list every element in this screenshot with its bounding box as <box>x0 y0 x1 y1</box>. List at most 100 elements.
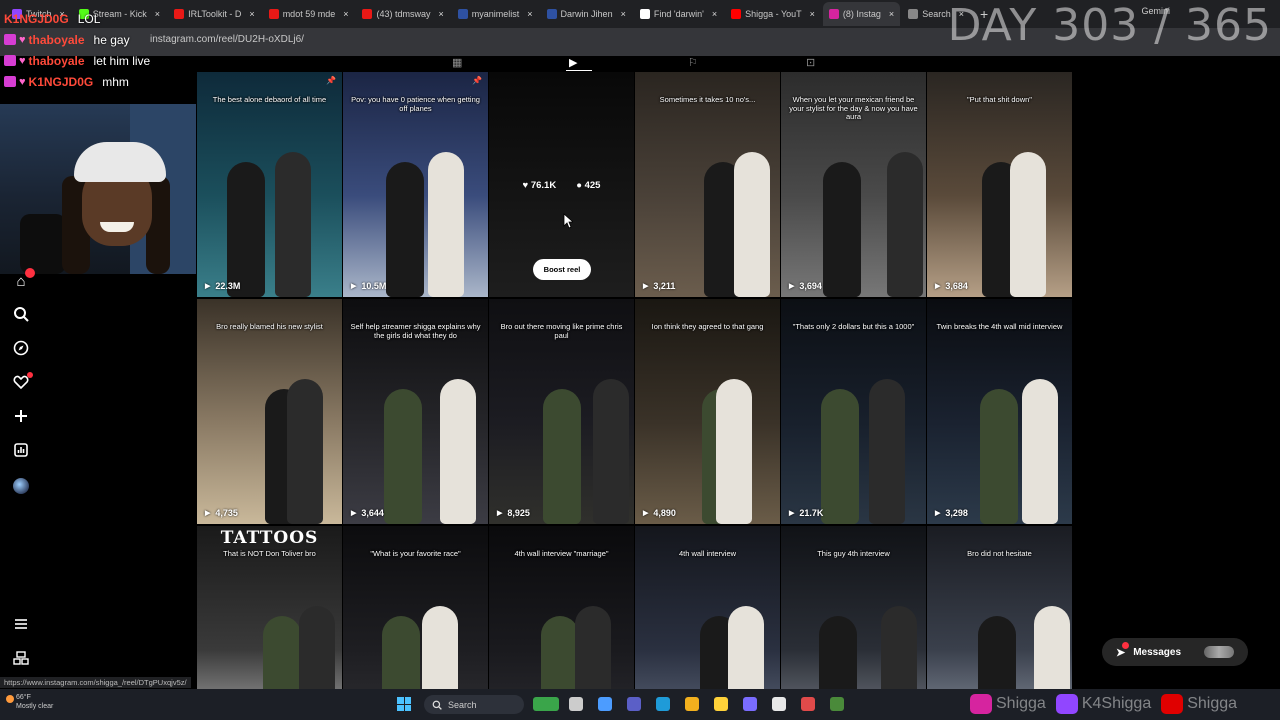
views-value: 8,925 <box>507 508 530 518</box>
tab-reels-icon[interactable]: ▶ <box>569 56 577 69</box>
reel-caption: Self help streamer shigga explains why t… <box>350 322 481 340</box>
play-icon: ▶ <box>497 510 503 517</box>
reel-hover-stats: ♥ 76.1K ● 425 <box>489 180 634 191</box>
taskbar-app-icon[interactable] <box>569 697 583 711</box>
reel-tile[interactable]: ♥ 76.1K ● 425 Boost reel <box>489 72 634 297</box>
reel-figure <box>887 152 923 297</box>
reel-tile[interactable]: Bro really blamed his new stylist ▶ 4,735 <box>197 299 342 524</box>
views-value: 22.3M <box>215 281 241 291</box>
browser-tab[interactable]: (8) Instag × <box>822 2 901 26</box>
views-value: 3,694 <box>799 281 822 291</box>
browser-tab[interactable]: (43) tdmsway × <box>356 2 449 26</box>
tab-label: mdot 59 mde <box>282 9 336 19</box>
tab-close-icon[interactable]: × <box>249 9 254 19</box>
taskbar-app-icon[interactable] <box>801 697 815 711</box>
weather-widget[interactable]: 66°F Mostly clear <box>6 693 53 711</box>
boost-reel-button[interactable]: Boost reel <box>533 259 591 280</box>
dashboard-icon[interactable] <box>11 442 31 462</box>
tab-close-icon[interactable]: × <box>155 9 160 19</box>
reel-caption: The best alone debaord of all time <box>212 95 327 104</box>
views-value: 4,890 <box>653 508 676 518</box>
reel-tile[interactable]: When you let your mexican friend be your… <box>781 72 926 297</box>
reel-tile[interactable]: The best alone debaord of all time 📌 ▶ 22.3… <box>197 72 342 297</box>
chat-text: he gay <box>93 32 130 47</box>
browser-tab[interactable]: Find 'darwin' × <box>634 2 723 26</box>
tab-close-icon[interactable]: × <box>810 9 815 19</box>
taskbar-search[interactable]: Search <box>424 695 524 714</box>
heart-badge-icon: ♥ <box>19 75 26 88</box>
reel-figure <box>821 389 859 524</box>
views-value: 10.5M <box>361 281 387 291</box>
tab-label: IRLToolkit - D <box>188 9 242 19</box>
taskbar-search-label: Search <box>448 699 477 710</box>
play-icon: ▶ <box>789 283 795 290</box>
play-icon: ▶ <box>205 510 211 517</box>
taskbar-app-icon[interactable] <box>627 697 641 711</box>
taskbar-app-icon[interactable] <box>830 697 844 711</box>
reel-view-count: ▶ 3,644 <box>351 508 384 518</box>
tab-label: Find 'darwin' <box>653 9 704 19</box>
browser-tab[interactable]: Darwin Jihen × <box>541 2 632 26</box>
taskbar-app-icon[interactable] <box>714 697 728 711</box>
tab-tagged-icon[interactable]: ⊡ <box>806 56 815 69</box>
url-text[interactable]: instagram.com/reel/DU2H-oXDLj6/ <box>150 34 304 45</box>
reel-tile[interactable]: Pov: you have 0 patience when getting of… <box>343 72 488 297</box>
tab-close-icon[interactable]: × <box>621 9 626 19</box>
reel-tile[interactable]: Bro out there moving like prime chris pa… <box>489 299 634 524</box>
reel-view-count: ▶ 22.3M <box>205 281 240 291</box>
play-icon: ▶ <box>935 510 941 517</box>
profile-tabs: ▦ ▶ ⚐ ⊡ <box>196 56 1072 72</box>
instagram-sidebar: ⌂ <box>0 268 44 692</box>
reel-caption: Sometimes it takes 10 no's... <box>659 95 756 104</box>
taskbar-app-icon[interactable] <box>743 697 757 711</box>
messages-label: Messages <box>1133 646 1182 658</box>
reel-tile[interactable]: Ion think they agreed to that gang ▶ 4,890 <box>635 299 780 524</box>
chat-message: ♥ K1NGJD0G mhm <box>4 71 150 92</box>
also-from-meta-icon[interactable] <box>11 650 31 670</box>
windows-start-icon[interactable] <box>397 697 411 711</box>
play-icon: ▶ <box>351 510 357 517</box>
tab-label: (8) Instag <box>842 9 881 19</box>
home-icon[interactable]: ⌂ <box>11 268 35 292</box>
taskbar-app-icon[interactable] <box>772 697 786 711</box>
social-handle: K4Shigga <box>1081 695 1152 712</box>
profile-avatar-icon[interactable] <box>11 476 31 496</box>
twitch-icon <box>1055 694 1078 714</box>
browser-tab[interactable]: Shigga - YouT × <box>725 2 821 26</box>
play-icon: ▶ <box>643 510 649 517</box>
reel-comments: ● 425 <box>576 180 600 191</box>
notifications-heart-icon[interactable] <box>11 372 33 394</box>
browser-tab[interactable]: myanimelist × <box>452 2 539 26</box>
reel-tile[interactable]: Twin breaks the 4th wall mid interview ▶ 3… <box>927 299 1072 524</box>
create-plus-icon[interactable] <box>11 408 31 428</box>
browser-tab[interactable]: mdot 59 mde × <box>263 2 355 26</box>
taskbar-app-icon[interactable] <box>685 697 699 711</box>
reel-tile[interactable]: "Thats only 2 dollars but this a 1000" ▶ 2… <box>781 299 926 524</box>
reel-tile[interactable]: Self help streamer shigga explains why t… <box>343 299 488 524</box>
reel-figure <box>440 379 476 524</box>
tab-close-icon[interactable]: × <box>527 9 532 19</box>
taskbar-app-icon[interactable] <box>656 697 670 711</box>
reel-figure <box>1010 152 1046 297</box>
tab-close-icon[interactable]: × <box>439 9 444 19</box>
social-handle: Shigga <box>996 695 1046 712</box>
messages-button[interactable]: ➤ Messages <box>1102 638 1248 666</box>
social-handle: Shigga <box>1187 695 1238 712</box>
taskbar-app-icon[interactable] <box>533 697 559 711</box>
tab-saved-icon[interactable]: ⚐ <box>688 56 698 69</box>
tab-close-icon[interactable]: × <box>343 9 348 19</box>
menu-icon[interactable] <box>11 616 31 636</box>
browser-tab[interactable]: IRLToolkit - D × <box>168 2 261 26</box>
reel-view-count: ▶ 21.7K <box>789 508 823 518</box>
reel-tile[interactable]: Sometimes it takes 10 no's... ▶ 3,211 <box>635 72 780 297</box>
reel-tile[interactable]: "Put that shit down" ▶ 3,684 <box>927 72 1072 297</box>
taskbar-app-icon[interactable] <box>598 697 612 711</box>
explore-icon[interactable] <box>11 340 31 360</box>
reel-title: TATTOOS <box>220 528 319 548</box>
tab-posts-grid-icon[interactable]: ▦ <box>452 56 462 69</box>
search-icon[interactable] <box>11 306 31 326</box>
tab-close-icon[interactable]: × <box>712 9 717 19</box>
tab-close-icon[interactable]: × <box>889 9 894 19</box>
reel-view-count: ▶ 8,925 <box>497 508 530 518</box>
chat-text: LOL <box>77 11 101 26</box>
